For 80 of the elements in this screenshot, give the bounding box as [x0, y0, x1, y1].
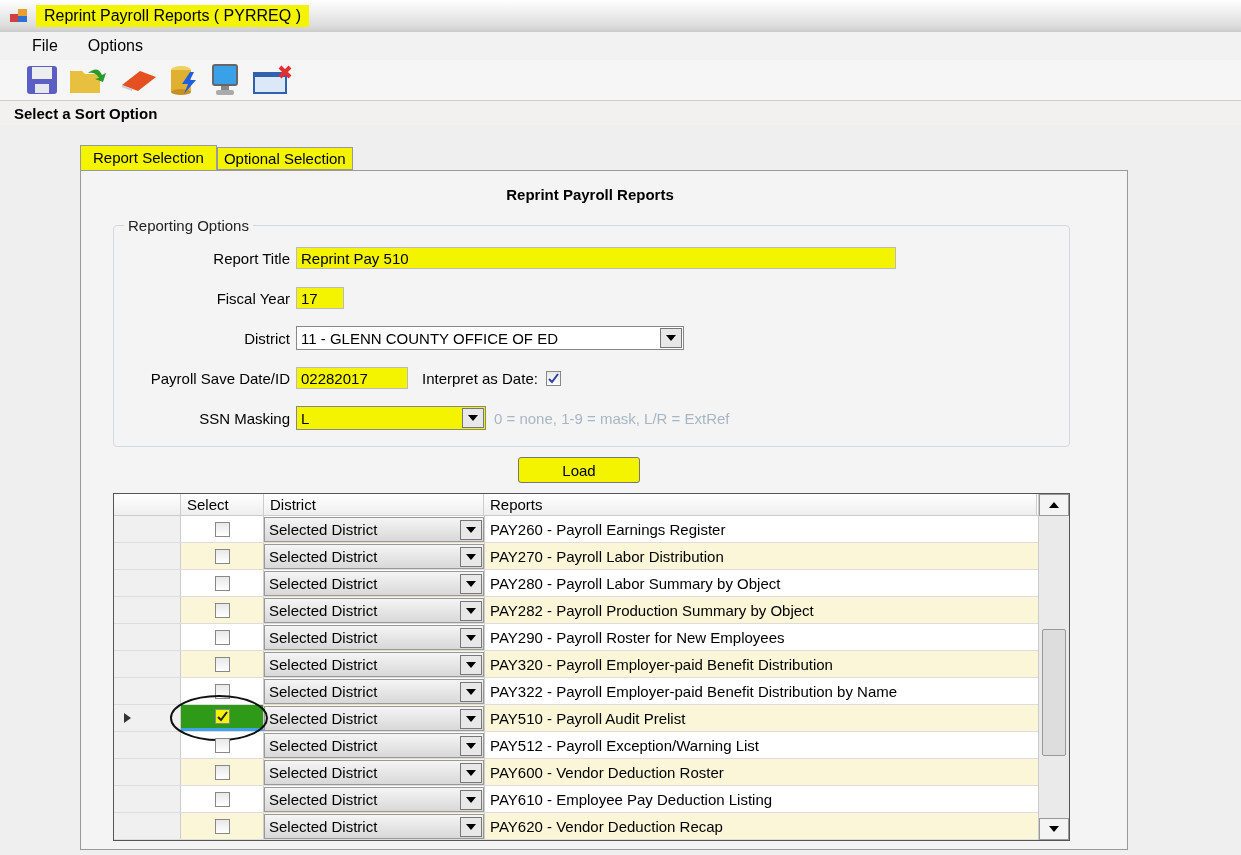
- field-label: SSN Masking: [198, 409, 291, 427]
- field-label: Report Title: [212, 249, 291, 267]
- arrow-icon: [466, 688, 476, 695]
- section-label: Select a Sort Option: [0, 101, 1241, 125]
- arrow-icon: [466, 607, 476, 614]
- checkbox[interactable]: [214, 521, 230, 537]
- row-header-cell[interactable]: [114, 759, 181, 785]
- arrow-icon: [466, 742, 476, 749]
- checkbox[interactable]: [214, 575, 230, 591]
- row-header-cell[interactable]: [114, 813, 181, 839]
- input-field[interactable]: 17: [296, 287, 344, 309]
- group-title: Reporting Options: [127, 217, 250, 234]
- district-dropdown[interactable]: Selected District: [264, 679, 484, 704]
- field-label: District: [243, 329, 291, 347]
- arrow-icon: [466, 769, 476, 776]
- arrow-icon: [466, 634, 476, 641]
- district-dropdown[interactable]: Selected District: [264, 787, 484, 812]
- tab[interactable]: Report Selection: [80, 145, 217, 170]
- menu-item[interactable]: File: [32, 37, 58, 55]
- checkbox[interactable]: [214, 602, 230, 618]
- arrow-icon: [466, 823, 476, 830]
- dropdown[interactable]: L: [296, 406, 486, 430]
- arrow-icon: [1049, 502, 1059, 508]
- arrow-icon: [1049, 826, 1059, 832]
- district-dropdown[interactable]: Selected District: [264, 706, 484, 731]
- arrow-icon: [666, 335, 676, 341]
- district-dropdown[interactable]: Selected District: [264, 571, 484, 596]
- district-dropdown[interactable]: Selected District: [264, 814, 484, 839]
- checkbox[interactable]: [214, 737, 230, 753]
- row-header-cell[interactable]: [114, 570, 181, 596]
- menu-item[interactable]: Options: [87, 37, 143, 55]
- district-dropdown[interactable]: Selected District: [264, 517, 484, 542]
- arrow-icon: [466, 661, 476, 668]
- arrow-icon: [466, 553, 476, 560]
- input-field[interactable]: Reprint Pay 510: [296, 247, 896, 269]
- row-header-cell[interactable]: [114, 732, 181, 758]
- row-header-cell[interactable]: [114, 705, 181, 731]
- arrow-icon: [466, 796, 476, 803]
- load-button[interactable]: Load: [518, 457, 640, 483]
- row-header-cell[interactable]: [114, 678, 181, 704]
- checkbox[interactable]: [214, 818, 230, 834]
- row-header-cell[interactable]: [114, 651, 181, 677]
- field-label: Fiscal Year: [215, 289, 291, 307]
- column-header[interactable]: District: [264, 494, 484, 515]
- checkbox[interactable]: [214, 791, 230, 807]
- row-header-cell[interactable]: [114, 597, 181, 623]
- checkbox-label: Interpret as Date:: [422, 369, 538, 387]
- checkbox[interactable]: [214, 548, 230, 564]
- district-dropdown[interactable]: Selected District: [264, 625, 484, 650]
- arrow-icon: [466, 526, 476, 533]
- row-pointer-icon: [124, 713, 131, 723]
- app-icon: [10, 9, 28, 23]
- close-window-icon[interactable]: [252, 65, 294, 95]
- row-header-cell[interactable]: [114, 516, 181, 542]
- district-dropdown[interactable]: Selected District: [264, 733, 484, 758]
- row-header-cell[interactable]: [114, 543, 181, 569]
- checkbox[interactable]: [214, 656, 230, 672]
- district-dropdown[interactable]: Selected District: [264, 760, 484, 785]
- field-label: Payroll Save Date/ID: [149, 369, 291, 387]
- arrow-icon: [466, 715, 476, 722]
- column-header[interactable]: Reports: [484, 494, 1037, 515]
- checkbox[interactable]: [214, 709, 230, 724]
- district-dropdown[interactable]: Selected District: [264, 544, 484, 569]
- arrow-icon: [466, 580, 476, 587]
- scrollbar[interactable]: [1038, 494, 1069, 840]
- dropdown[interactable]: 11 - GLENN COUNTY OFFICE OF ED: [296, 326, 684, 350]
- panel-heading: Reprint Payroll Reports: [506, 186, 674, 203]
- district-dropdown[interactable]: Selected District: [264, 652, 484, 677]
- column-header[interactable]: Select: [181, 494, 264, 515]
- row-header-cell[interactable]: [114, 786, 181, 812]
- arrow-icon: [468, 415, 478, 421]
- window-title: Reprint Payroll Reports ( PYRREQ ): [36, 5, 309, 27]
- hint-text: 0 = none, 1-9 = mask, L/R = ExtRef: [494, 409, 730, 427]
- row-header-cell[interactable]: [114, 624, 181, 650]
- input-field[interactable]: 02282017: [296, 367, 408, 389]
- district-dropdown[interactable]: Selected District: [264, 598, 484, 623]
- checkbox[interactable]: [214, 629, 230, 645]
- tab[interactable]: Optional Selection: [216, 147, 353, 170]
- checkbox[interactable]: [214, 764, 230, 780]
- checkbox[interactable]: [545, 370, 561, 386]
